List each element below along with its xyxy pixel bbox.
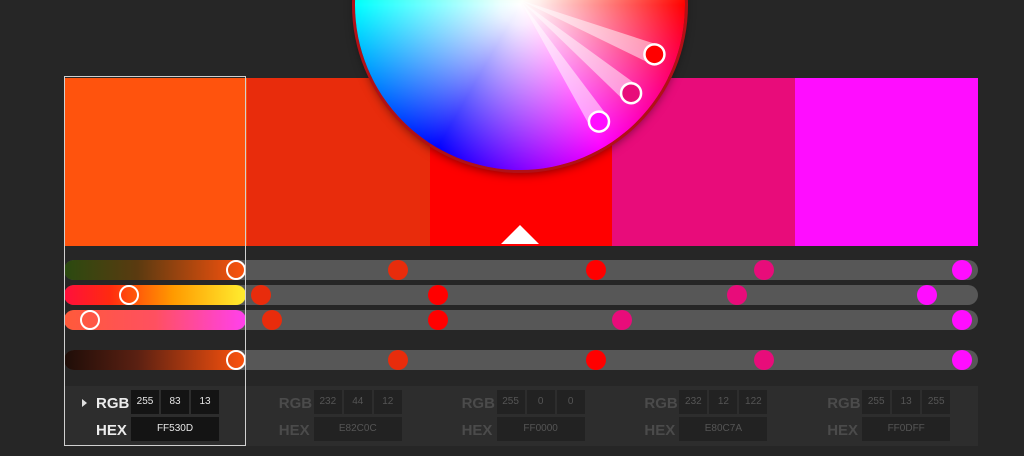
slider-brightness-handle-3[interactable] (586, 260, 606, 280)
slider-lightness-fill (64, 350, 246, 370)
wheel-handle-3[interactable] (619, 81, 643, 105)
color-values-3: RGB HEX 255 0 0 FF0000 (430, 386, 612, 446)
color-values-2: RGB HEX 232 44 12 E82C0C (247, 386, 429, 446)
slider-hue-active-handle[interactable] (119, 285, 140, 305)
wheel-handle-4[interactable] (587, 110, 611, 133)
hex-label: HEX (461, 422, 493, 439)
slider-saturation[interactable] (64, 310, 978, 330)
slider-brightness[interactable] (64, 260, 978, 280)
slider-lightness-active-handle[interactable] (226, 350, 246, 370)
slider-lightness-handle-5[interactable] (952, 350, 972, 370)
color-swatch-1[interactable] (64, 78, 247, 246)
red-input[interactable]: 255 (496, 390, 525, 414)
green-input[interactable]: 44 (343, 390, 372, 414)
slider-saturation-handle-3[interactable] (428, 310, 448, 330)
slider-saturation-handle-4[interactable] (612, 310, 632, 330)
slider-brightness-handle-2[interactable] (388, 260, 409, 280)
green-input[interactable]: 0 (526, 390, 555, 414)
hex-input[interactable]: FF0000 (496, 417, 585, 441)
hex-label: HEX (278, 422, 310, 439)
slider-hue-handle-2[interactable] (250, 285, 271, 305)
slider-lightness[interactable] (64, 350, 978, 370)
red-input[interactable]: 232 (313, 390, 342, 414)
rgb-label: RGB (644, 395, 678, 412)
slider-hue-handle-5[interactable] (917, 285, 938, 305)
color-values-1: RGB HEX 255 83 13 FF530D (64, 386, 246, 446)
blue-input[interactable]: 255 (922, 390, 951, 414)
color-wheel-handles[interactable] (355, 0, 700, 180)
slider-hue[interactable] (64, 285, 978, 305)
slider-saturation-handle-5[interactable] (952, 310, 972, 330)
slider-brightness-handle-4[interactable] (754, 260, 775, 280)
rgb-label: RGB (278, 395, 313, 412)
color-swatch-5[interactable] (795, 78, 978, 246)
slider-lightness-handle-4[interactable] (754, 350, 775, 370)
slider-brightness-fill (64, 260, 246, 280)
blue-input[interactable]: 12 (373, 390, 402, 414)
slider-hue-fill (64, 285, 246, 305)
expand-triangle-icon[interactable] (82, 399, 87, 407)
wheel-handle-2[interactable] (643, 43, 666, 66)
hex-input[interactable]: E82C0C (313, 417, 402, 441)
hex-input[interactable]: FF0DFF (862, 417, 951, 441)
selected-color-marker-icon (501, 225, 539, 244)
hex-label: HEX (644, 422, 676, 439)
rgb-label: RGB (461, 395, 495, 412)
blue-input[interactable]: 122 (739, 390, 768, 414)
slider-brightness-active-handle[interactable] (226, 260, 246, 280)
red-input[interactable]: 255 (131, 390, 159, 414)
blue-input[interactable]: 0 (556, 390, 585, 414)
hex-label: HEX (827, 422, 859, 439)
blue-input[interactable]: 13 (191, 390, 219, 414)
color-values-4: RGB HEX 232 12 122 E80C7A (612, 386, 794, 446)
slider-lightness-handle-3[interactable] (586, 350, 606, 370)
green-input[interactable]: 13 (892, 390, 921, 414)
rgb-label: RGB (96, 395, 130, 412)
green-input[interactable]: 83 (161, 390, 189, 414)
slider-lightness-handle-2[interactable] (388, 350, 409, 370)
slider-hue-handle-3[interactable] (428, 285, 448, 305)
rgb-label: RGB (827, 395, 861, 412)
hex-input[interactable]: E80C7A (679, 417, 768, 441)
color-values-5: RGB HEX 255 13 255 FF0DFF (795, 386, 977, 446)
slider-hue-handle-4[interactable] (727, 285, 748, 305)
red-input[interactable]: 232 (679, 390, 708, 414)
red-input[interactable]: 255 (862, 390, 891, 414)
hex-label: HEX (96, 422, 127, 439)
hex-input[interactable]: FF530D (131, 417, 219, 441)
slider-saturation-handle-2[interactable] (261, 310, 282, 330)
slider-brightness-handle-5[interactable] (952, 260, 972, 280)
green-input[interactable]: 12 (709, 390, 738, 414)
